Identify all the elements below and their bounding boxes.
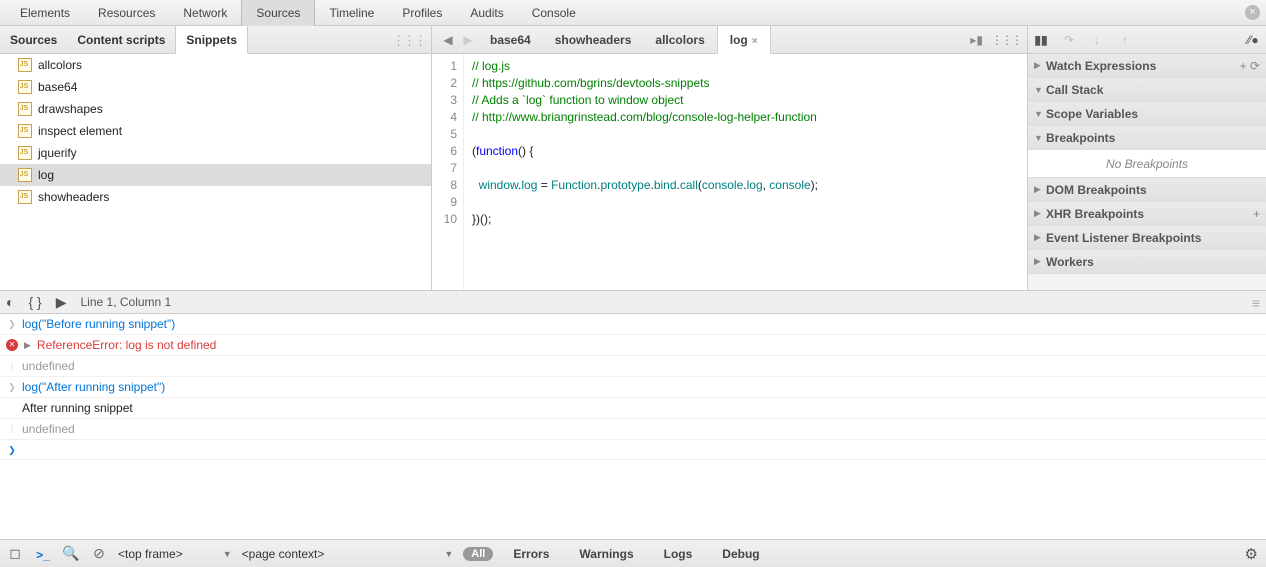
filter-logs[interactable]: Logs — [654, 547, 703, 561]
editor-pane: ◀ ▶ base64 showheaders allcolors log× ▸▮… — [432, 26, 1028, 290]
code-content[interactable]: // log.js// https://github.com/bgrins/de… — [464, 54, 1027, 290]
cursor-position: Line 1, Column 1 — [81, 295, 172, 309]
editor-tab[interactable]: showheaders — [543, 26, 644, 54]
accordion-header[interactable]: ▶Workers — [1028, 250, 1266, 274]
deactivate-breakpoints-icon[interactable]: ⁄⁄● — [1246, 33, 1260, 47]
editor-tab[interactable]: allcolors — [643, 26, 716, 54]
snippet-item[interactable]: showheaders — [0, 186, 431, 208]
tab-sources[interactable]: Sources — [241, 0, 315, 26]
editor-tab[interactable]: log× — [717, 26, 771, 54]
editor-status-bar: ◐ { } ▶ Line 1, Column 1 ≡ — [0, 290, 1266, 314]
accordion-header[interactable]: ▼Scope Variables — [1028, 102, 1266, 126]
filter-warnings[interactable]: Warnings — [569, 547, 643, 561]
snippet-item[interactable]: drawshapes — [0, 98, 431, 120]
accordion-header[interactable]: ▶DOM Breakpoints — [1028, 178, 1266, 202]
snippet-item[interactable]: log — [0, 164, 431, 186]
js-file-icon — [18, 80, 32, 94]
editor-tab[interactable]: base64 — [478, 26, 543, 54]
tab-audits[interactable]: Audits — [456, 0, 517, 26]
play-icon[interactable]: ▶ — [56, 294, 67, 311]
tab-network[interactable]: Network — [169, 0, 241, 26]
step-out-icon[interactable]: ↑ — [1118, 33, 1132, 47]
js-file-icon — [18, 102, 32, 116]
nav-back-icon[interactable]: ◀ — [438, 26, 458, 54]
nav-fwd-icon[interactable]: ▶ — [458, 26, 478, 54]
nav-tab-sources[interactable]: Sources — [0, 26, 67, 54]
snippet-list: allcolors base64 drawshapes inspect elem… — [0, 54, 431, 290]
snippet-item[interactable]: jquerify — [0, 142, 431, 164]
run-icon[interactable]: ▸▮ — [970, 33, 983, 47]
js-file-icon — [18, 190, 32, 204]
drag-handle-icon[interactable]: ⋮⋮⋮ — [392, 33, 425, 49]
code-editor[interactable]: 12345678910 // log.js// https://github.c… — [432, 54, 1027, 290]
close-tab-icon[interactable]: × — [752, 36, 758, 47]
filter-debug[interactable]: Debug — [712, 547, 769, 561]
gear-icon[interactable]: ⚙ — [1245, 545, 1258, 563]
accordion-header[interactable]: ▼Call Stack — [1028, 78, 1266, 102]
context-select[interactable]: <page context>▼ — [242, 547, 454, 561]
pause-icon[interactable]: ▮▮ — [1034, 33, 1048, 47]
step-over-icon[interactable]: ↷ — [1062, 33, 1076, 47]
accordion-header[interactable]: ▶Watch Expressions+ ⟳ — [1028, 54, 1266, 78]
accordion-header[interactable]: ▼Breakpoints — [1028, 126, 1266, 150]
nav-tab-snippets[interactable]: Snippets — [175, 26, 248, 54]
nav-tab-content-scripts[interactable]: Content scripts — [67, 26, 175, 54]
frame-select[interactable]: <top frame>▼ — [118, 547, 232, 561]
main-tabs: Elements Resources Network Sources Timel… — [0, 0, 1266, 26]
filter-all[interactable]: All — [463, 547, 493, 561]
debugger-pane: ▮▮ ↷ ↓ ↑ ⁄⁄● ▶Watch Expressions+ ⟳▼Call … — [1028, 26, 1266, 290]
dock-icon[interactable]: ◻ — [6, 545, 24, 562]
drawer-icon[interactable]: >_ — [34, 546, 52, 562]
console-toolbar: ◻ >_ 🔍 ⊘ <top frame>▼ <page context>▼ Al… — [0, 539, 1266, 567]
snippet-item[interactable]: allcolors — [0, 54, 431, 76]
no-breakpoints-msg: No Breakpoints — [1028, 150, 1266, 178]
js-file-icon — [18, 58, 32, 72]
snippet-item[interactable]: inspect element — [0, 120, 431, 142]
tab-timeline[interactable]: Timeline — [315, 0, 388, 26]
accordion-header[interactable]: ▶Event Listener Breakpoints — [1028, 226, 1266, 250]
js-file-icon — [18, 168, 32, 182]
error-icon: ✕ — [6, 339, 18, 351]
accordion-header[interactable]: ▶XHR Breakpoints+ — [1028, 202, 1266, 226]
clear-icon[interactable]: ⊘ — [90, 545, 108, 562]
js-file-icon — [18, 124, 32, 138]
filter-errors[interactable]: Errors — [503, 547, 559, 561]
navigator-pane: Sources Content scripts Snippets ⋮⋮⋮ all… — [0, 26, 432, 290]
search-icon[interactable]: 🔍 — [62, 545, 80, 562]
tab-profiles[interactable]: Profiles — [388, 0, 456, 26]
menu-icon[interactable]: ≡ — [1252, 295, 1260, 311]
step-into-icon[interactable]: ↓ — [1090, 33, 1104, 47]
snippet-item[interactable]: base64 — [0, 76, 431, 98]
tab-elements[interactable]: Elements — [6, 0, 84, 26]
braces-icon[interactable]: { } — [28, 294, 41, 310]
drag-handle-icon[interactable]: ⋮⋮⋮ — [991, 33, 1021, 47]
pause-on-exceptions-icon[interactable]: ◐ — [6, 294, 14, 310]
line-gutter: 12345678910 — [432, 54, 464, 290]
console-output[interactable]: ❯log("Before running snippet")✕▶Referenc… — [0, 314, 1266, 542]
js-file-icon — [18, 146, 32, 160]
close-icon[interactable]: × — [1245, 5, 1260, 20]
tab-console[interactable]: Console — [518, 0, 590, 26]
tab-resources[interactable]: Resources — [84, 0, 169, 26]
